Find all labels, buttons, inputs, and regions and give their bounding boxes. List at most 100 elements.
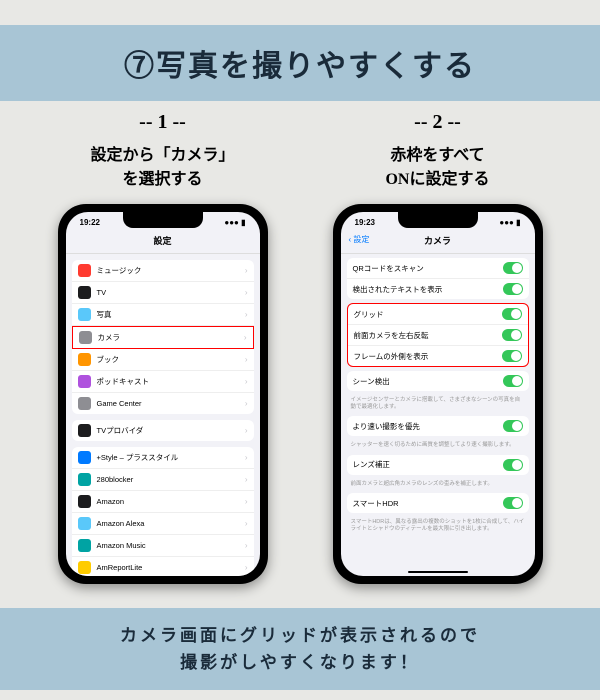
chevron-icon: ›: [245, 497, 248, 506]
app-icon: [78, 561, 91, 574]
row-label: Amazon: [97, 497, 245, 506]
settings-row[interactable]: カメラ›: [72, 326, 254, 349]
toggle-row: 前面カメラを左右反転: [348, 325, 528, 346]
toggle-switch[interactable]: [503, 420, 523, 432]
app-icon: [78, 308, 91, 321]
note-3: イメージセンサーとカメラに搭載して、さまざまなシーンの写真を自動で最適化します。: [341, 395, 535, 412]
toggle-switch[interactable]: [502, 350, 522, 362]
camera-group-2-highlighted: グリッド前面カメラを左右反転フレームの外側を表示: [347, 303, 529, 367]
toggle-switch[interactable]: [503, 262, 523, 274]
step-2-number: -- 2 --: [308, 111, 568, 134]
settings-row[interactable]: Amazon Alexa›: [72, 513, 254, 535]
toggle-row: レンズ補正: [347, 455, 529, 475]
row-label: Amazon Alexa: [97, 519, 245, 528]
toggle-switch[interactable]: [503, 497, 523, 509]
toggle-row: シーン検出: [347, 371, 529, 391]
step-2-desc: 赤枠をすべて ONに設定する: [308, 144, 568, 192]
time: 19:22: [80, 218, 100, 227]
settings-row[interactable]: Amazon Music›: [72, 535, 254, 557]
app-icon: [78, 353, 91, 366]
settings-row[interactable]: ポッドキャスト›: [72, 371, 254, 393]
settings-row[interactable]: +Style – プラススタイル›: [72, 447, 254, 469]
row-label: カメラ: [98, 332, 244, 343]
chevron-icon: ›: [245, 426, 248, 435]
settings-row[interactable]: Amazon›: [72, 491, 254, 513]
footer-bar: カメラ画面にグリッドが表示されるので 撮影がしやすくなります！: [0, 608, 600, 690]
chevron-icon: ›: [245, 377, 248, 386]
settings-row[interactable]: TVプロバイダ›: [72, 420, 254, 441]
settings-row[interactable]: 写真›: [72, 304, 254, 326]
app-icon: [79, 331, 92, 344]
footer-text: カメラ画面にグリッドが表示されるので 撮影がしやすくなります！: [10, 622, 590, 676]
row-label: Amazon Music: [97, 541, 245, 550]
note-6: スマートHDRは、異なる露出の複数のショットを1枚に合成して、ハイライトとシャド…: [341, 517, 535, 534]
toggle-switch[interactable]: [502, 308, 522, 320]
settings-row[interactable]: ミュージック›: [72, 260, 254, 282]
page-title: ⑦写真を撮りやすくする: [10, 41, 590, 85]
chevron-icon: ›: [245, 563, 248, 572]
camera-group-5: レンズ補正: [347, 455, 529, 475]
chevron-icon: ›: [245, 399, 248, 408]
row-label: AmReportLite: [97, 563, 245, 572]
row-label: 前面カメラを左右反転: [354, 330, 502, 341]
settings-row[interactable]: 280blocker›: [72, 469, 254, 491]
settings-group-3: +Style – プラススタイル›280blocker›Amazon›Amazo…: [72, 447, 254, 576]
chevron-icon: ›: [245, 288, 248, 297]
toggle-switch[interactable]: [503, 283, 523, 295]
app-icon: [78, 517, 91, 530]
toggle-switch[interactable]: [503, 459, 523, 471]
toggle-row: スマートHDR: [347, 493, 529, 513]
app-icon: [78, 424, 91, 437]
steps-container: -- 1 -- 設定から「カメラ」 を選択する 19:22 ●●● ▮ 設定 ミ…: [0, 111, 600, 584]
row-label: レンズ補正: [353, 459, 503, 470]
settings-row[interactable]: TV›: [72, 282, 254, 304]
phone-2: 19:23 ●●● ▮ ‹ 設定 カメラ QRコードをスキャン検出されたテキスト…: [333, 204, 543, 584]
app-icon: [78, 473, 91, 486]
chevron-icon: ›: [245, 475, 248, 484]
app-icon: [78, 286, 91, 299]
step-2: -- 2 -- 赤枠をすべて ONに設定する 19:23 ●●● ▮ ‹ 設定 …: [308, 111, 568, 584]
notch: [123, 212, 203, 228]
home-indicator: [408, 571, 468, 574]
chevron-icon: ›: [245, 266, 248, 275]
back-button[interactable]: ‹ 設定: [349, 234, 370, 245]
chevron-icon: ›: [245, 519, 248, 528]
app-icon: [78, 495, 91, 508]
nav-bar-camera: ‹ 設定 カメラ: [341, 230, 535, 254]
header-bar: ⑦写真を撮りやすくする: [0, 25, 600, 101]
row-label: ブック: [97, 354, 245, 365]
app-icon: [78, 264, 91, 277]
chevron-icon: ›: [245, 355, 248, 364]
settings-row[interactable]: Game Center›: [72, 393, 254, 414]
row-label: Game Center: [97, 399, 245, 408]
settings-row[interactable]: ブック›: [72, 349, 254, 371]
settings-row[interactable]: AmReportLite›: [72, 557, 254, 576]
row-label: QRコードをスキャン: [353, 263, 503, 274]
toggle-row: 検出されたテキストを表示: [347, 279, 529, 299]
note-5: 前面カメラと超広角カメラのレンズの歪みを補正します。: [341, 479, 535, 490]
nav-bar-settings: 設定: [66, 230, 260, 254]
app-icon: [78, 451, 91, 464]
row-label: 280blocker: [97, 475, 245, 484]
step-1-desc: 設定から「カメラ」 を選択する: [33, 144, 293, 192]
toggle-switch[interactable]: [502, 329, 522, 341]
row-label: シーン検出: [353, 376, 503, 387]
note-4: シャッターを速く切るために画質を調整してより速く撮影します。: [341, 440, 535, 451]
notch: [398, 212, 478, 228]
nav-title: カメラ: [424, 236, 451, 246]
time: 19:23: [355, 218, 375, 227]
chevron-icon: ›: [245, 453, 248, 462]
step-1: -- 1 -- 設定から「カメラ」 を選択する 19:22 ●●● ▮ 設定 ミ…: [33, 111, 293, 584]
row-label: フレームの外側を表示: [354, 351, 502, 362]
chevron-icon: ›: [245, 310, 248, 319]
row-label: スマートHDR: [353, 498, 503, 509]
camera-group-6: スマートHDR: [347, 493, 529, 513]
chevron-icon: ›: [245, 541, 248, 550]
screen-1: 19:22 ●●● ▮ 設定 ミュージック›TV›写真›カメラ›ブック›ポッドキ…: [66, 212, 260, 576]
phone-1: 19:22 ●●● ▮ 設定 ミュージック›TV›写真›カメラ›ブック›ポッドキ…: [58, 204, 268, 584]
row-label: TV: [97, 288, 245, 297]
camera-group-3: シーン検出: [347, 371, 529, 391]
row-label: 写真: [97, 309, 245, 320]
row-label: TVプロバイダ: [97, 425, 245, 436]
toggle-switch[interactable]: [503, 375, 523, 387]
